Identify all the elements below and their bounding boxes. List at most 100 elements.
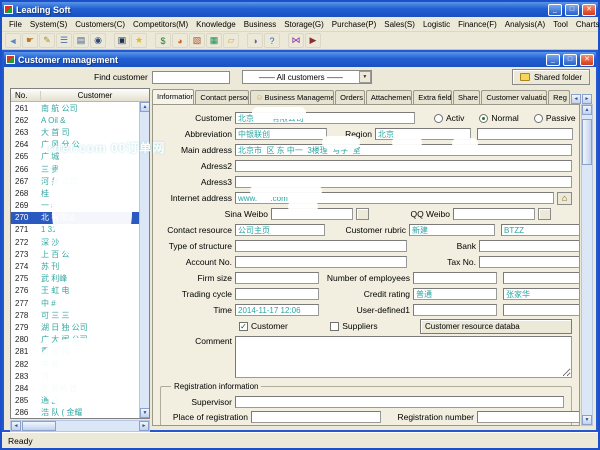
customer-row-273[interactable]: 273上 百 公 [11,248,149,260]
sina-weibo-browse-button[interactable] [356,208,369,220]
normal-radio[interactable] [479,114,488,123]
menu-item-purchasep[interactable]: Purchase(P) [328,19,380,30]
menu-item-storageg[interactable]: Storage(G) [280,19,328,30]
user-defined1-input[interactable] [413,304,497,316]
menu-item-competitorsm[interactable]: Competitors(M) [129,19,192,30]
registration-number-input[interactable] [477,411,580,423]
chevron-down-icon[interactable]: ▼ [359,71,371,83]
adress3-input[interactable] [235,176,572,188]
customer-rubric-input[interactable] [409,224,495,236]
form-scroll-up-icon[interactable]: ▲ [582,105,592,115]
customer-checkbox[interactable] [239,322,248,331]
inner-close-button[interactable]: ✕ [580,54,594,66]
customer-row-267[interactable]: 267河 井 公司 [11,175,149,187]
customer-list-header[interactable]: No. Customer [11,89,149,102]
scroll-left-icon[interactable]: ◄ [11,421,21,431]
customer-row-266[interactable]: 266三 贵 [11,163,149,175]
supervisor-input[interactable] [235,396,564,408]
customer-resource-database-button[interactable]: Customer resource databa [420,319,572,334]
type-of-structure-input[interactable] [235,240,407,252]
menu-item-charts[interactable]: Charts [572,19,600,30]
bank-input[interactable] [479,240,580,252]
customer-row-265[interactable]: 265广 城 [11,151,149,163]
tab-scroll-right-icon[interactable]: ► [582,94,592,104]
find-customer-input[interactable] [152,71,230,84]
customer-row-283[interactable]: 283可 [11,370,149,382]
tab-business-management[interactable]: ☺Business Management [250,90,334,104]
qq-weibo-input[interactable] [453,208,535,220]
customer-row-278[interactable]: 278可 三 三 [11,309,149,321]
tab-extra-field[interactable]: Extra field [413,90,452,104]
form-scrollbar[interactable]: ▲ ▼ [581,104,593,426]
customer-row-286[interactable]: 286浩 队 ( 金耀 [11,407,149,418]
person-list-icon[interactable]: ☰ [56,33,72,48]
menu-item-analysisa[interactable]: Analysis(A) [501,19,549,30]
customer-row-280[interactable]: 280广 大 闸 公司 [11,334,149,346]
region-input[interactable] [375,128,471,140]
customer-row-284[interactable]: 284北 城机 管 [11,382,149,394]
main-address-input[interactable] [235,144,572,156]
passive-radio[interactable] [534,114,543,123]
tab-information[interactable]: Information [152,89,194,104]
list-vertical-scrollbar[interactable]: ▲ ▼ [139,102,149,418]
butterfly-icon[interactable]: ⋈ [288,33,304,48]
customer-row-281[interactable]: 281重 金 网 [11,346,149,358]
find-icon[interactable]: ◉ [90,33,106,48]
customer-row-268[interactable]: 268桂 [11,187,149,199]
tab-reg[interactable]: Reg [548,90,570,104]
tax-no-input[interactable] [479,256,580,268]
tab-share[interactable]: Share [453,90,480,104]
scroll-down-icon[interactable]: ▼ [140,408,150,418]
activ-radio[interactable] [434,114,443,123]
home-icon[interactable]: ⌂ [557,192,572,205]
customer-row-271[interactable]: 2711 31 [11,224,149,236]
time-input[interactable] [235,304,319,316]
customer-row-276[interactable]: 276王 虹 电 [11,285,149,297]
menu-item-financef[interactable]: Finance(F) [454,19,501,30]
customer-row-261[interactable]: 261南 航 公司 [11,102,149,114]
menu-item-customersc[interactable]: Customers(C) [71,19,129,30]
menu-item-logistic[interactable]: Logistic [419,19,454,30]
star-icon[interactable]: ★ [131,33,147,48]
exit-icon[interactable]: ▶ [305,33,321,48]
contact-card-icon[interactable]: ☛ [22,33,38,48]
place-of-registration-input[interactable] [251,411,381,423]
adress2-input[interactable] [235,160,572,172]
minimize-button[interactable]: _ [548,4,562,16]
customer-filter-dropdown[interactable]: —— All customers —— ▼ [242,70,372,84]
comment-textarea[interactable] [235,336,572,378]
customer-row-275[interactable]: 275武 利峰 [11,273,149,285]
save-icon[interactable]: ▤ [73,33,89,48]
customer-value-input[interactable] [503,272,580,284]
column-header-customer[interactable]: Customer [41,91,149,100]
menu-item-file[interactable]: File [5,19,26,30]
firm-size-input[interactable] [235,272,319,284]
post-code-input[interactable] [477,128,573,140]
inner-minimize-button[interactable]: _ [546,54,560,66]
sound-icon[interactable]: ◄ [5,33,21,48]
help-icon[interactable]: ? [264,33,280,48]
customer-row-270[interactable]: 270北 有限公 [11,212,149,224]
maximize-button[interactable]: □ [565,4,579,16]
tab-contact-person[interactable]: Contact person [195,90,249,104]
pie-chart-icon[interactable]: ◕ [172,33,188,48]
branch-input[interactable] [501,224,580,236]
monitor-icon[interactable]: ▣ [114,33,130,48]
menu-item-saless[interactable]: Sales(S) [380,19,419,30]
inner-restore-button[interactable]: □ [563,54,577,66]
money-icon[interactable]: $ [155,33,171,48]
customer-row-285[interactable]: 285通 品 [11,395,149,407]
customer-row-282[interactable]: 282中 网 [11,358,149,370]
tab-orders[interactable]: Orders [335,90,365,104]
scroll-right-icon[interactable]: ► [139,421,149,431]
internet-address-input[interactable] [235,192,554,204]
responsible-input[interactable] [503,288,580,300]
sina-weibo-input[interactable] [271,208,353,220]
list-horizontal-scrollbar[interactable]: ◄ ► [10,420,150,432]
customer-row-277[interactable]: 277中 # [11,297,149,309]
shared-folder-button[interactable]: Shared folder [512,69,590,85]
menu-item-tool[interactable]: Tool [549,19,572,30]
column-header-no[interactable]: No. [11,91,41,100]
table-icon[interactable]: ▦ [206,33,222,48]
credit-rating-input[interactable] [413,288,497,300]
